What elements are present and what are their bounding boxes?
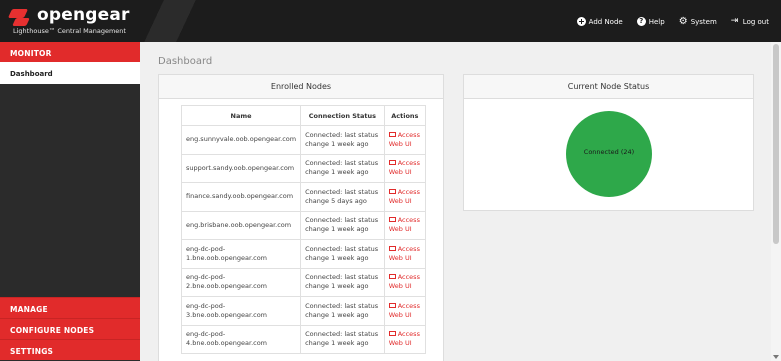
top-bar: opengear Lighthouse™ Central Management … <box>0 0 781 42</box>
table-row: eng-dc-pod-4.bne.oob.opengear.com Connect… <box>180 324 427 354</box>
add-node-label: Add Node <box>588 17 623 26</box>
sidebar-item-dashboard[interactable]: Dashboard <box>0 62 140 84</box>
top-nav: Add Node ? Help ⚙ System ⇥ Log out <box>576 16 769 27</box>
table-row: eng-dc-pod-3.bne.oob.opengear.com Connect… <box>180 296 427 326</box>
access-web-ui-link[interactable]: Access Web UI <box>383 153 427 183</box>
system-button[interactable]: ⚙ System <box>678 16 717 27</box>
scroll-down-arrow-icon[interactable] <box>773 355 779 359</box>
monitor-icon <box>388 274 396 280</box>
connected-count-label: Connected (24) <box>583 148 635 156</box>
monitor-icon <box>388 217 396 223</box>
table-row: finance.sandy.oob.opengear.com Connected:… <box>180 182 427 212</box>
logo-text: opengear <box>37 5 130 25</box>
gear-icon: ⚙ <box>678 16 688 27</box>
current-node-status-panel: Current Node Status Connected (24) <box>463 74 754 211</box>
node-name-cell: eng-dc-pod-4.bne.oob.opengear.com <box>180 324 302 354</box>
access-web-ui-link[interactable]: Access Web UI <box>383 125 427 155</box>
header-stripe <box>140 0 200 42</box>
help-button[interactable]: ? Help <box>636 17 665 26</box>
access-web-ui-link[interactable]: Access Web UI <box>383 182 427 212</box>
node-name-cell: eng-dc-pod-1.bne.oob.opengear.com <box>180 239 302 269</box>
current-node-status-title: Current Node Status <box>464 75 753 99</box>
node-name-cell: finance.sandy.oob.opengear.com <box>180 182 302 212</box>
node-status-cell: Connected: last status change 1 week ago <box>300 239 385 269</box>
page-scrollbar[interactable] <box>771 42 781 361</box>
monitor-icon <box>388 302 396 308</box>
monitor-icon <box>388 331 396 337</box>
column-header-name[interactable]: Name <box>180 105 302 126</box>
enrolled-nodes-title: Enrolled Nodes <box>159 75 443 99</box>
node-status-cell: Connected: last status change 1 week ago <box>300 296 385 326</box>
access-web-ui-link[interactable]: Access Web UI <box>383 210 427 240</box>
sidebar-section-manage[interactable]: MANAGE <box>0 297 140 318</box>
access-web-ui-link[interactable]: Access Web UI <box>383 239 427 269</box>
monitor-icon <box>388 188 396 194</box>
node-name-cell: eng-dc-pod-3.bne.oob.opengear.com <box>180 296 302 326</box>
node-status-cell: Connected: last status change 1 week ago <box>300 267 385 297</box>
node-status-cell: Connected: last status change 5 days ago <box>300 182 385 212</box>
sidebar: MONITOR Dashboard MANAGE CONFIGURE NODES… <box>0 42 140 361</box>
page-title: Dashboard <box>158 56 213 67</box>
monitor-icon <box>388 245 396 251</box>
enrolled-nodes-table: Name Connection Status Actions eng.sunny… <box>180 105 427 354</box>
node-name-cell: eng-dc-pod-2.bne.oob.opengear.com <box>180 267 302 297</box>
access-web-ui-link[interactable]: Access Web UI <box>383 296 427 326</box>
monitor-icon <box>388 131 396 137</box>
logout-button[interactable]: ⇥ Log out <box>731 17 769 26</box>
sidebar-section-settings[interactable]: SETTINGS <box>0 339 140 360</box>
logout-icon: ⇥ <box>730 16 739 26</box>
monitor-icon <box>388 160 396 166</box>
sidebar-section-monitor[interactable]: MONITOR <box>0 42 140 62</box>
help-label: Help <box>648 17 665 26</box>
help-circle-icon: ? <box>636 17 646 26</box>
node-status-cell: Connected: last status change 1 week ago <box>300 125 385 155</box>
node-status-cell: Connected: last status change 1 week ago <box>300 324 385 354</box>
node-status-cell: Connected: last status change 1 week ago <box>300 153 385 183</box>
sidebar-section-configure-nodes[interactable]: CONFIGURE NODES <box>0 318 140 339</box>
scrollbar-thumb[interactable] <box>773 44 779 244</box>
table-row: support.sandy.oob.opengear.com Connected:… <box>180 153 427 183</box>
logo-subtitle: Lighthouse™ Central Management <box>13 27 126 35</box>
node-name-cell: support.sandy.oob.opengear.com <box>180 153 302 183</box>
column-header-connection-status[interactable]: Connection Status <box>300 105 385 126</box>
node-status-cell: Connected: last status change 1 week ago <box>300 210 385 240</box>
table-row: eng-dc-pod-1.bne.oob.opengear.com Connect… <box>180 239 427 269</box>
enrolled-nodes-panel: Enrolled Nodes Name Connection Status Ac… <box>158 74 444 361</box>
connected-status-chart[interactable]: Connected (24) <box>566 111 652 197</box>
access-web-ui-link[interactable]: Access Web UI <box>383 267 427 297</box>
logout-label: Log out <box>742 17 769 26</box>
access-web-ui-link[interactable]: Access Web UI <box>383 324 427 354</box>
table-row: eng.brisbane.oob.opengear.com Connected: … <box>180 210 427 240</box>
table-row: eng.sunnyvale.oob.opengear.com Connected:… <box>180 125 427 155</box>
table-row: eng-dc-pod-2.bne.oob.opengear.com Connect… <box>180 267 427 297</box>
add-node-button[interactable]: Add Node <box>576 17 623 26</box>
node-name-cell: eng.sunnyvale.oob.opengear.com <box>180 125 302 155</box>
plus-circle-icon <box>576 17 586 26</box>
system-label: System <box>690 17 717 26</box>
column-header-actions: Actions <box>383 105 427 126</box>
main-content: Dashboard Enrolled Nodes Name Connection… <box>140 42 771 361</box>
node-name-cell: eng.brisbane.oob.opengear.com <box>180 210 302 240</box>
